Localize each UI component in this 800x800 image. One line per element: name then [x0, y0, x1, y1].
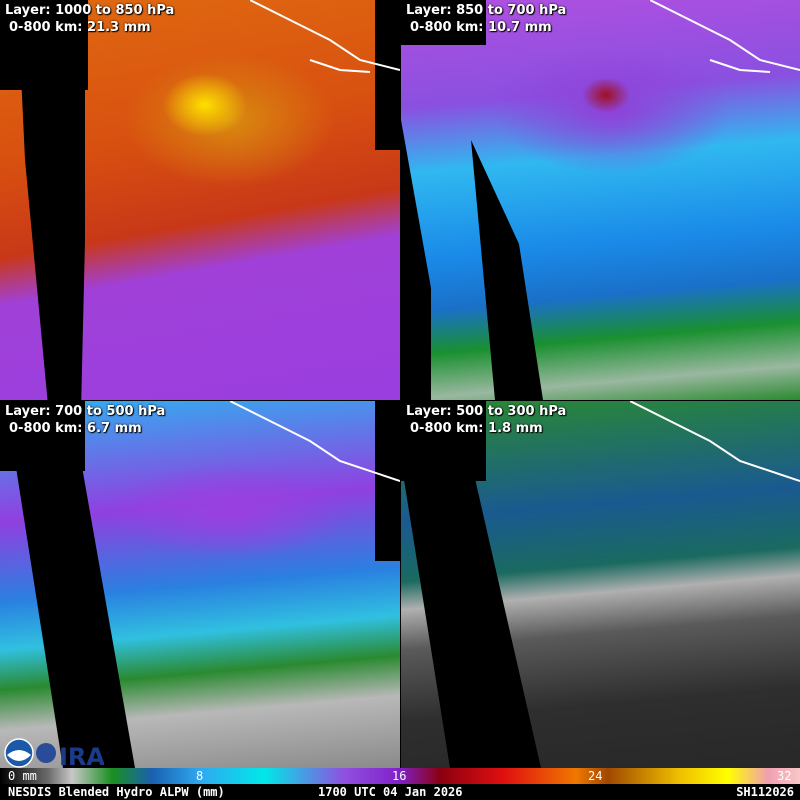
valid-time: 1700 UTC 04 Jan 2026: [318, 785, 463, 799]
layer-label: Layer: 500 to 300 hPa: [406, 404, 567, 419]
mean-label: 0-800 km: 6.7 mm: [9, 421, 142, 436]
coastline: [250, 0, 400, 73]
colorbar-tick: 24: [588, 769, 603, 783]
panel-500-300: Layer: 500 to 300 hPa 0-800 km: 1.8 mm: [401, 401, 800, 768]
colorbar-tick: 32: [777, 769, 792, 783]
coastline: [630, 401, 800, 482]
footer: NESDIS Blended Hydro ALPW (mm) 1700 UTC …: [0, 784, 800, 800]
layer-label: Layer: 850 to 700 hPa: [406, 3, 567, 18]
alpw-four-panel-map: Layer: 1000 to 850 hPa 0-800 km: 21.3 mm …: [0, 0, 800, 800]
storm-id: SH112026: [736, 785, 794, 799]
mean-label: 0-800 km: 1.8 mm: [410, 421, 543, 436]
panel-850-700: Layer: 850 to 700 hPa 0-800 km: 10.7 mm: [401, 0, 800, 400]
colorbar-tick: 16: [392, 769, 407, 783]
colorbar-tick: 0 mm: [8, 769, 37, 783]
mean-label: 0-800 km: 10.7 mm: [410, 20, 552, 35]
panel-700-500: Layer: 700 to 500 hPa 0-800 km: 6.7 mm: [0, 401, 400, 768]
mean-label: 0-800 km: 21.3 mm: [9, 20, 151, 35]
layer-label: Layer: 1000 to 850 hPa: [5, 3, 175, 18]
coastline: [230, 401, 400, 482]
panel-1000-850: Layer: 1000 to 850 hPa 0-800 km: 21.3 mm: [0, 0, 400, 400]
layer-label: Layer: 700 to 500 hPa: [5, 404, 166, 419]
noaa-cira-logo: IRA: [4, 738, 105, 771]
colorbar-tick: 8: [196, 769, 204, 783]
coastline: [650, 0, 800, 73]
product-title: NESDIS Blended Hydro ALPW (mm): [8, 785, 225, 799]
svg-text:IRA: IRA: [59, 743, 104, 769]
